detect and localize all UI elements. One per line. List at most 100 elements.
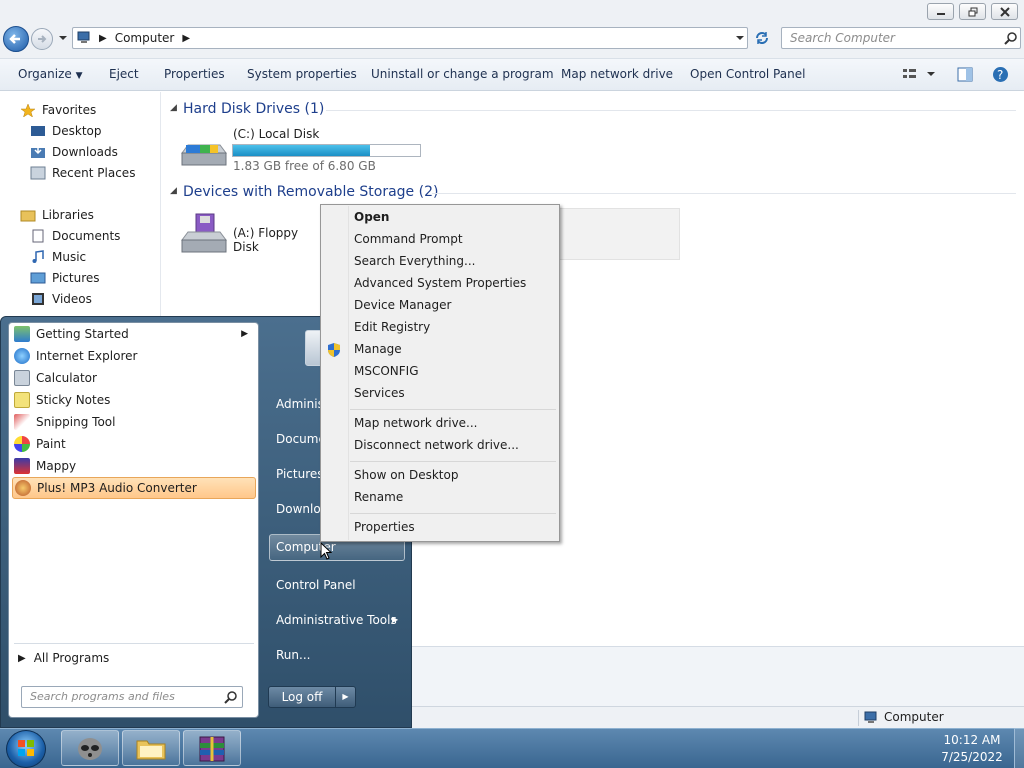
floppy-disk-name: (A:) Floppy Disk (233, 226, 299, 254)
nav-downloads[interactable]: Downloads (30, 145, 118, 159)
minimize-button[interactable] (927, 3, 954, 20)
collapse-hdd-icon[interactable]: ◢ (170, 103, 177, 113)
start-search-input[interactable]: Search programs and files (21, 686, 243, 708)
start-button[interactable] (6, 730, 46, 768)
menu-manage[interactable]: Manage (354, 342, 402, 356)
raccoon-icon (78, 738, 102, 760)
eject-button[interactable]: Eject (109, 67, 139, 81)
menu-open[interactable]: Open (354, 210, 389, 224)
removable-group-header[interactable]: Devices with Removable Storage (2) (183, 184, 438, 200)
organize-button[interactable]: Organize ▼ (18, 67, 83, 81)
nav-videos[interactable]: Videos (30, 292, 92, 306)
hdd-group-header[interactable]: Hard Disk Drives (1) (183, 101, 324, 117)
show-desktop-button[interactable] (1014, 728, 1024, 768)
nav-libraries[interactable]: Libraries (20, 208, 94, 222)
taskbar-windows-explorer[interactable] (122, 730, 180, 766)
address-dropdown-icon[interactable] (735, 35, 745, 41)
menu-show-on-desktop[interactable]: Show on Desktop (354, 468, 458, 482)
start-right-control-panel[interactable]: Control Panel (276, 578, 356, 592)
computer-status-icon (864, 711, 877, 723)
nav-pictures[interactable]: Pictures (30, 271, 100, 285)
search-input[interactable]: Search Computer (781, 27, 1021, 49)
group-divider (432, 193, 1016, 194)
back-button[interactable] (3, 26, 29, 52)
properties-button[interactable]: Properties (164, 67, 225, 81)
menu-advanced-system-properties[interactable]: Advanced System Properties (354, 276, 526, 290)
collapse-removable-icon[interactable]: ◢ (170, 186, 177, 196)
search-icon[interactable] (1004, 31, 1018, 45)
uninstall-program-button[interactable]: Uninstall or change a program (371, 67, 554, 81)
menu-device-manager[interactable]: Device Manager (354, 298, 451, 312)
clock-time[interactable]: 10:12 AM (936, 733, 1008, 747)
start-right-pictures[interactable]: Pictures (276, 467, 324, 481)
nav-videos-label: Videos (52, 292, 92, 306)
local-disk-item[interactable]: (C:) Local Disk 1.83 GB free of 6.80 GB (176, 125, 426, 175)
svg-text:?: ? (997, 68, 1003, 82)
nav-desktop[interactable]: Desktop (30, 124, 102, 138)
help-icon[interactable]: ? (992, 66, 1009, 83)
removable-device-item[interactable] (540, 208, 680, 260)
taskbar-raccoon-app[interactable] (61, 730, 119, 766)
start-right-admin-tools[interactable]: Administrative Tools ▶ (276, 613, 398, 627)
program-label: Mappy (36, 459, 77, 473)
system-properties-button[interactable]: System properties (247, 67, 357, 81)
open-control-panel-button[interactable]: Open Control Panel (690, 67, 805, 81)
nav-music[interactable]: Music (30, 250, 86, 264)
close-button[interactable] (991, 3, 1018, 20)
submenu-arrow-icon: ▶ (241, 329, 248, 339)
menu-command-prompt[interactable]: Command Prompt (354, 232, 463, 246)
menu-map-network-drive[interactable]: Map network drive... (354, 416, 478, 430)
nav-documents[interactable]: Documents (30, 229, 120, 243)
view-options-icon[interactable] (902, 67, 936, 81)
menu-rename[interactable]: Rename (354, 490, 403, 504)
recent-pages-chevron-icon[interactable] (58, 35, 68, 41)
menu-disconnect-network-drive[interactable]: Disconnect network drive... (354, 438, 519, 452)
menu-edit-registry[interactable]: Edit Registry (354, 320, 430, 334)
nav-favorites-label: Favorites (42, 103, 97, 117)
menu-properties[interactable]: Properties (354, 520, 415, 534)
program-calculator[interactable]: Calculator (12, 367, 256, 389)
program-internet-explorer[interactable]: Internet Explorer (12, 345, 256, 367)
all-programs-button[interactable]: ▶ All Programs (18, 651, 109, 665)
program-sticky-notes[interactable]: Sticky Notes (12, 389, 256, 411)
menu-search-everything[interactable]: Search Everything... (354, 254, 475, 268)
menu-msconfig[interactable]: MSCONFIG (354, 364, 419, 378)
program-paint[interactable]: Paint (12, 433, 256, 455)
nav-favorites[interactable]: Favorites (20, 103, 96, 117)
map-network-drive-button[interactable]: Map network drive (561, 67, 673, 81)
start-search-placeholder: Search programs and files (30, 690, 175, 703)
refresh-icon[interactable] (754, 30, 770, 46)
menu-separator (350, 513, 556, 514)
logoff-button[interactable]: Log off ▶ (268, 686, 356, 708)
restore-button[interactable] (959, 3, 986, 20)
program-label: Paint (36, 437, 66, 451)
title-bar (0, 0, 1024, 24)
nav-recent-label: Recent Places (52, 166, 136, 180)
clock-date[interactable]: 7/25/2022 (936, 750, 1008, 764)
taskbar-archive-app[interactable] (183, 730, 241, 766)
mp3-converter-icon (15, 480, 31, 496)
address-box[interactable]: ▶ Computer ▶ (72, 27, 748, 49)
search-icon[interactable] (224, 690, 238, 704)
computer-icon (77, 31, 90, 43)
paint-icon (14, 436, 30, 452)
program-label: Plus! MP3 Audio Converter (37, 481, 197, 495)
breadcrumb-chevron-icon[interactable]: ▶ (182, 33, 190, 44)
downloads-icon (31, 146, 45, 158)
forward-button[interactable] (31, 28, 53, 50)
preview-pane-icon[interactable] (957, 67, 973, 82)
floppy-disk-item[interactable]: (A:) Floppy Disk (176, 208, 326, 260)
menu-separator (350, 409, 556, 410)
program-plus-mp3-converter[interactable]: Plus! MP3 Audio Converter (12, 477, 256, 499)
program-getting-started[interactable]: Getting Started ▶ (12, 323, 256, 345)
breadcrumb-computer[interactable]: Computer (115, 31, 175, 45)
menu-services[interactable]: Services (354, 386, 405, 400)
shutdown-options-arrow-icon[interactable]: ▶ (335, 687, 355, 707)
snipping-tool-icon (14, 414, 30, 430)
recent-places-icon (30, 166, 46, 180)
program-snipping-tool[interactable]: Snipping Tool (12, 411, 256, 433)
menu-separator (350, 461, 556, 462)
nav-recent-places[interactable]: Recent Places (30, 166, 135, 180)
program-mappy[interactable]: Mappy (12, 455, 256, 477)
start-right-run[interactable]: Run... (276, 648, 310, 662)
